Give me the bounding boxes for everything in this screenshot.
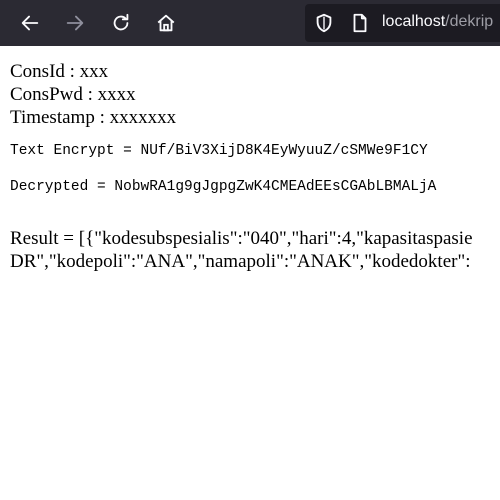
reload-icon (113, 13, 129, 31)
arrow-right-icon (66, 15, 84, 31)
arrow-left-icon (21, 15, 39, 31)
text-encrypt-line: Text Encrypt = NUf/BiV3XijD8K4EyWyuuZ/cS… (10, 143, 428, 159)
reload-button[interactable] (105, 7, 137, 39)
forward-button[interactable] (59, 7, 91, 39)
url-path: /dekrip (445, 13, 494, 30)
page-content: ConsId : xxx ConsPwd : xxxx Timestamp : … (10, 60, 500, 273)
result-line-2: DR","kodepoli":"ANA","namapoli":"ANAK","… (10, 251, 471, 272)
address-bar[interactable]: localhost/dekrip (305, 4, 500, 42)
home-icon (157, 14, 175, 32)
browser-toolbar: localhost/dekrip (0, 0, 500, 46)
cons-pwd-line: ConsPwd : xxxx (10, 84, 136, 105)
url-host: localhost (382, 13, 446, 30)
home-button[interactable] (150, 7, 182, 39)
url-text[interactable]: localhost/dekrip (382, 13, 493, 31)
decrypted-line: Decrypted = NobwRA1g9gJgpgZwK4CMEAdEEsCG… (10, 179, 437, 195)
result-line-1: Result = [{"kodesubspesialis":"040","har… (10, 228, 473, 249)
timestamp-line: Timestamp : xxxxxxx (10, 107, 177, 128)
page-info-icon[interactable] (349, 12, 371, 34)
result-block: Result = [{"kodesubspesialis":"040","har… (10, 227, 500, 273)
shield-icon[interactable] (313, 12, 335, 34)
back-button[interactable] (14, 7, 46, 39)
cons-id-line: ConsId : xxx (10, 61, 109, 82)
